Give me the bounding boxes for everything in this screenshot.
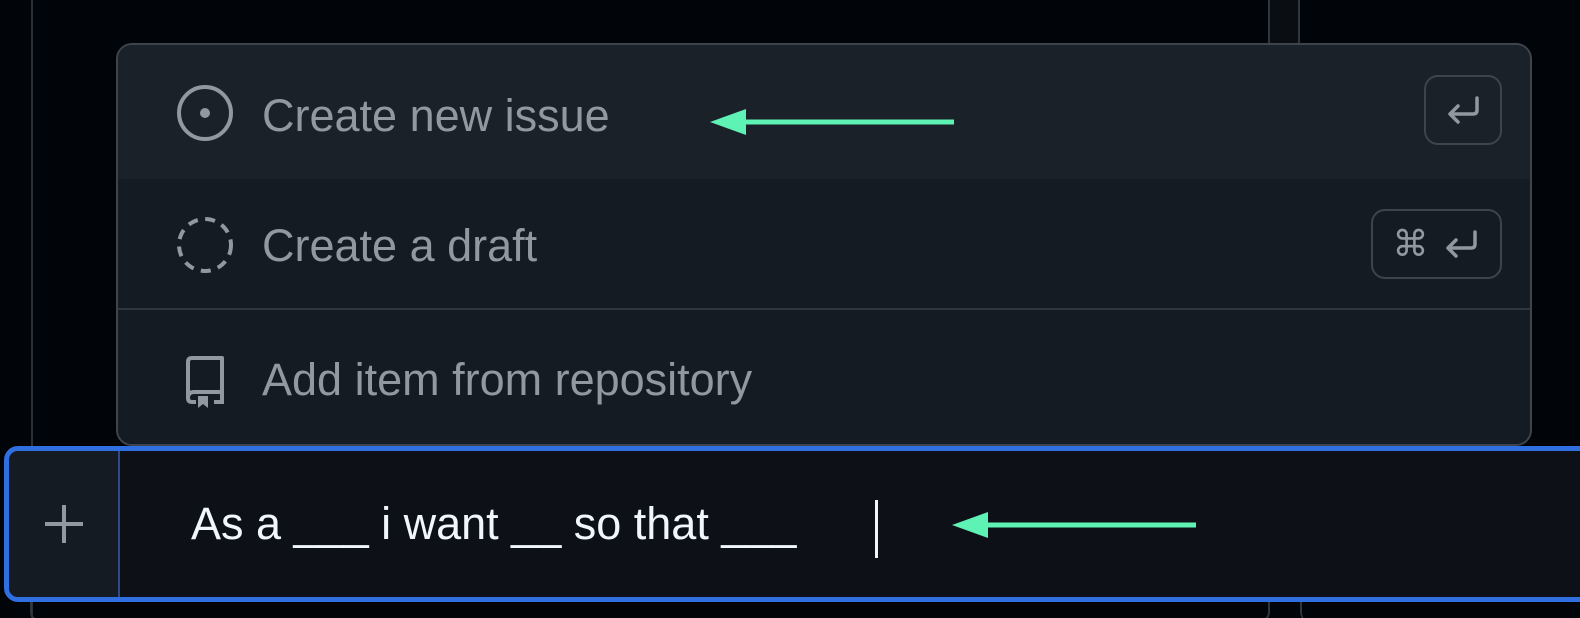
menu-item-label: Create new issue	[262, 90, 610, 141]
text-caret	[875, 500, 878, 558]
menu-item-create-draft[interactable]: Create a draft ⌘	[118, 179, 1530, 310]
shortcut-badge: ⌘	[1371, 209, 1502, 279]
return-icon	[1441, 228, 1481, 260]
command-key: ⌘	[1392, 223, 1429, 264]
shortcut-badge	[1424, 75, 1502, 145]
plus-icon	[45, 505, 83, 543]
issue-draft-icon	[176, 216, 234, 274]
project-board-background: Create new issue Create a draft ⌘ Add it…	[0, 0, 1580, 618]
issue-opened-icon	[176, 84, 234, 142]
menu-item-label: Add item from repository	[262, 354, 753, 405]
menu-item-add-from-repository[interactable]: Add item from repository	[118, 312, 1530, 444]
menu-item-label: Create a draft	[262, 220, 538, 271]
column-separator	[1268, 0, 1300, 44]
next-column-bottom-edge	[1300, 602, 1580, 618]
add-item-button[interactable]	[9, 451, 120, 597]
add-item-input-bar: As a ___ i want __ so that ___	[4, 446, 1580, 602]
annotation-arrow-icon	[710, 109, 954, 135]
repo-icon	[176, 352, 234, 410]
annotation-arrow-icon	[952, 512, 1196, 538]
return-icon	[1443, 94, 1483, 126]
add-item-menu: Create new issue Create a draft ⌘ Add it…	[116, 43, 1532, 446]
column-bottom-edge	[30, 602, 1270, 618]
